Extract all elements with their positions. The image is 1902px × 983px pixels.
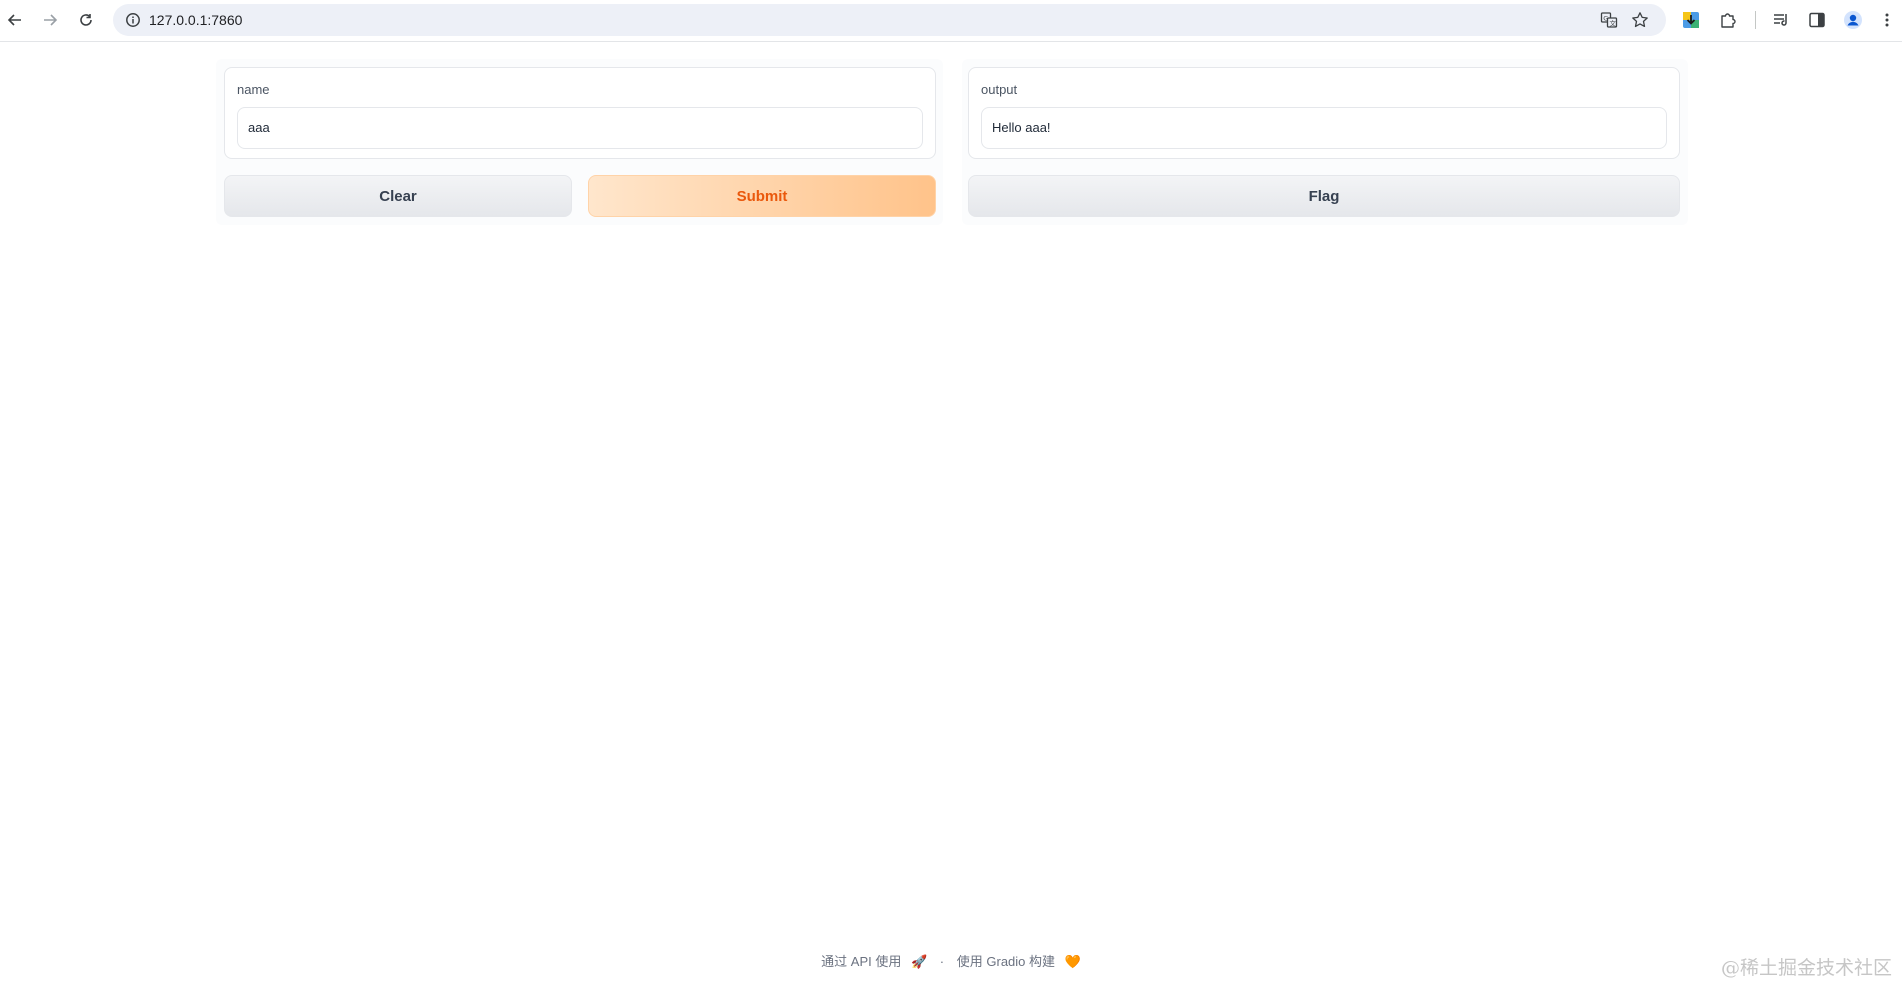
browser-toolbar: 127.0.0.1:7860 G文 [0, 0, 1902, 42]
flag-button[interactable]: Flag [968, 175, 1680, 217]
toolbar-separator [1755, 11, 1756, 29]
reload-icon [80, 14, 92, 26]
extensions-icon[interactable] [1713, 5, 1743, 35]
back-arrow-icon [7, 14, 21, 26]
watermark: @稀土掘金技术社区 [1720, 957, 1892, 979]
name-input[interactable]: aaa [237, 107, 923, 149]
use-via-api-text: 通过 API 使用 [821, 954, 902, 969]
reload-button[interactable] [71, 5, 101, 35]
built-with-gradio-text: 使用 Gradio 构建 [956, 954, 1056, 969]
built-with-gradio-link[interactable]: 使用 Gradio 构建 🧡 [954, 954, 1084, 969]
output-textbox-block: output Hello aaa! [968, 67, 1680, 159]
use-via-api-link[interactable]: 通过 API 使用 🚀 [818, 954, 930, 969]
download-extension-icon[interactable] [1676, 5, 1706, 35]
site-info-icon[interactable] [121, 8, 145, 32]
clear-button[interactable]: Clear [224, 175, 572, 217]
translate-icon[interactable]: G文 [1597, 8, 1621, 32]
rocket-icon: 🚀 [910, 954, 928, 969]
svg-text:文: 文 [1610, 19, 1617, 28]
forward-button[interactable] [35, 5, 65, 35]
gradio-logo-icon: 🧡 [1064, 954, 1081, 969]
output-label: output [981, 82, 1018, 97]
profile-avatar-icon[interactable] [1838, 5, 1868, 35]
name-label: name [237, 82, 270, 97]
footer-separator: · [939, 954, 945, 969]
svg-text:G: G [1603, 14, 1608, 22]
bookmark-star-icon[interactable] [1628, 8, 1652, 32]
url-text[interactable]: 127.0.0.1:7860 [149, 4, 242, 36]
submit-button[interactable]: Submit [588, 175, 936, 217]
address-bar[interactable]: 127.0.0.1:7860 G文 [113, 4, 1666, 36]
footer: 通过 API 使用 🚀 · 使用 Gradio 构建 🧡 [0, 951, 1902, 970]
output-textbox[interactable]: Hello aaa! [981, 107, 1667, 149]
reading-list-icon[interactable] [1766, 5, 1796, 35]
forward-arrow-icon [44, 14, 58, 26]
side-panel-icon[interactable] [1802, 5, 1832, 35]
name-textbox-block: name aaa [224, 67, 936, 159]
back-button[interactable] [0, 5, 30, 35]
browser-menu-icon[interactable] [1872, 5, 1902, 35]
